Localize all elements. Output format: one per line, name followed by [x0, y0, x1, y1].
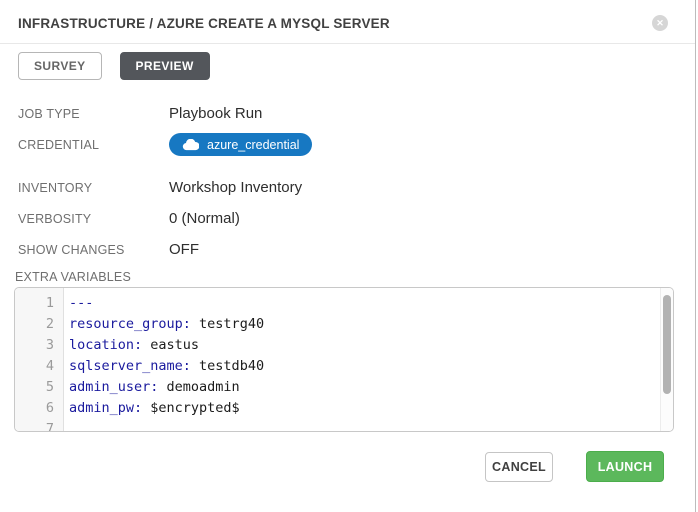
job-type-value: Playbook Run [169, 105, 262, 122]
yaml-value: demoadmin [158, 379, 239, 395]
editor-scrollbar-track[interactable] [660, 288, 673, 431]
cancel-button[interactable]: CANCEL [485, 452, 553, 482]
header-divider [0, 43, 695, 44]
inventory-label: INVENTORY [18, 179, 169, 195]
code-line: 2 resource_group: testrg40 [15, 314, 655, 335]
line-number: 5 [15, 377, 63, 398]
detail-row-verbosity: VERBOSITY 0 (Normal) [18, 210, 668, 227]
job-type-label: JOB TYPE [18, 105, 169, 121]
extra-variables-editor[interactable]: 1 --- 2 resource_group: testrg40 3 locat… [14, 287, 674, 432]
editor-scrollbar-thumb[interactable] [663, 295, 671, 394]
detail-row-credential: CREDENTIAL azure_credential [18, 136, 668, 156]
tab-bar: SURVEY PREVIEW [18, 52, 210, 80]
yaml-key: admin_user: [69, 379, 158, 395]
credential-label: CREDENTIAL [18, 136, 169, 152]
line-number: 4 [15, 356, 63, 377]
extra-variables-label: EXTRA VARIABLES [15, 270, 131, 284]
close-icon[interactable]: ✕ [652, 15, 668, 31]
credential-badge-label: azure_credential [207, 138, 299, 152]
code-line: 7 [15, 419, 655, 432]
line-number: 2 [15, 314, 63, 335]
detail-row-show-changes: SHOW CHANGES OFF [18, 241, 668, 258]
verbosity-label: VERBOSITY [18, 210, 169, 226]
inventory-value: Workshop Inventory [169, 179, 302, 196]
tab-preview[interactable]: PREVIEW [120, 52, 210, 80]
yaml-key: location: [69, 337, 142, 353]
yaml-key: resource_group: [69, 316, 191, 332]
yaml-key: --- [69, 295, 93, 311]
show-changes-label: SHOW CHANGES [18, 241, 169, 257]
page-title: INFRASTRUCTURE / AZURE CREATE A MYSQL SE… [18, 16, 390, 31]
yaml-value: $encrypted$ [142, 400, 240, 416]
yaml-key: sqlserver_name: [69, 358, 191, 374]
tab-survey[interactable]: SURVEY [18, 52, 102, 80]
yaml-key: admin_pw: [69, 400, 142, 416]
yaml-value: testrg40 [191, 316, 264, 332]
detail-row-inventory: INVENTORY Workshop Inventory [18, 179, 668, 196]
modal-right-edge [695, 0, 696, 512]
line-number: 7 [15, 419, 63, 432]
cloud-icon [182, 139, 199, 151]
line-number: 3 [15, 335, 63, 356]
code-line: 4 sqlserver_name: testdb40 [15, 356, 655, 377]
line-number: 1 [15, 293, 63, 314]
line-number: 6 [15, 398, 63, 419]
yaml-value: testdb40 [191, 358, 264, 374]
yaml-value: eastus [142, 337, 199, 353]
code-line: 1 --- [15, 293, 655, 314]
show-changes-value: OFF [169, 241, 199, 258]
detail-row-job-type: JOB TYPE Playbook Run [18, 105, 668, 122]
verbosity-value: 0 (Normal) [169, 210, 240, 227]
code-line: 5 admin_user: demoadmin [15, 377, 655, 398]
code-line: 3 location: eastus [15, 335, 655, 356]
code-line: 6 admin_pw: $encrypted$ [15, 398, 655, 419]
job-launch-preview-modal: INFRASTRUCTURE / AZURE CREATE A MYSQL SE… [0, 0, 698, 512]
credential-badge[interactable]: azure_credential [169, 133, 312, 156]
launch-button[interactable]: LAUNCH [586, 451, 664, 482]
